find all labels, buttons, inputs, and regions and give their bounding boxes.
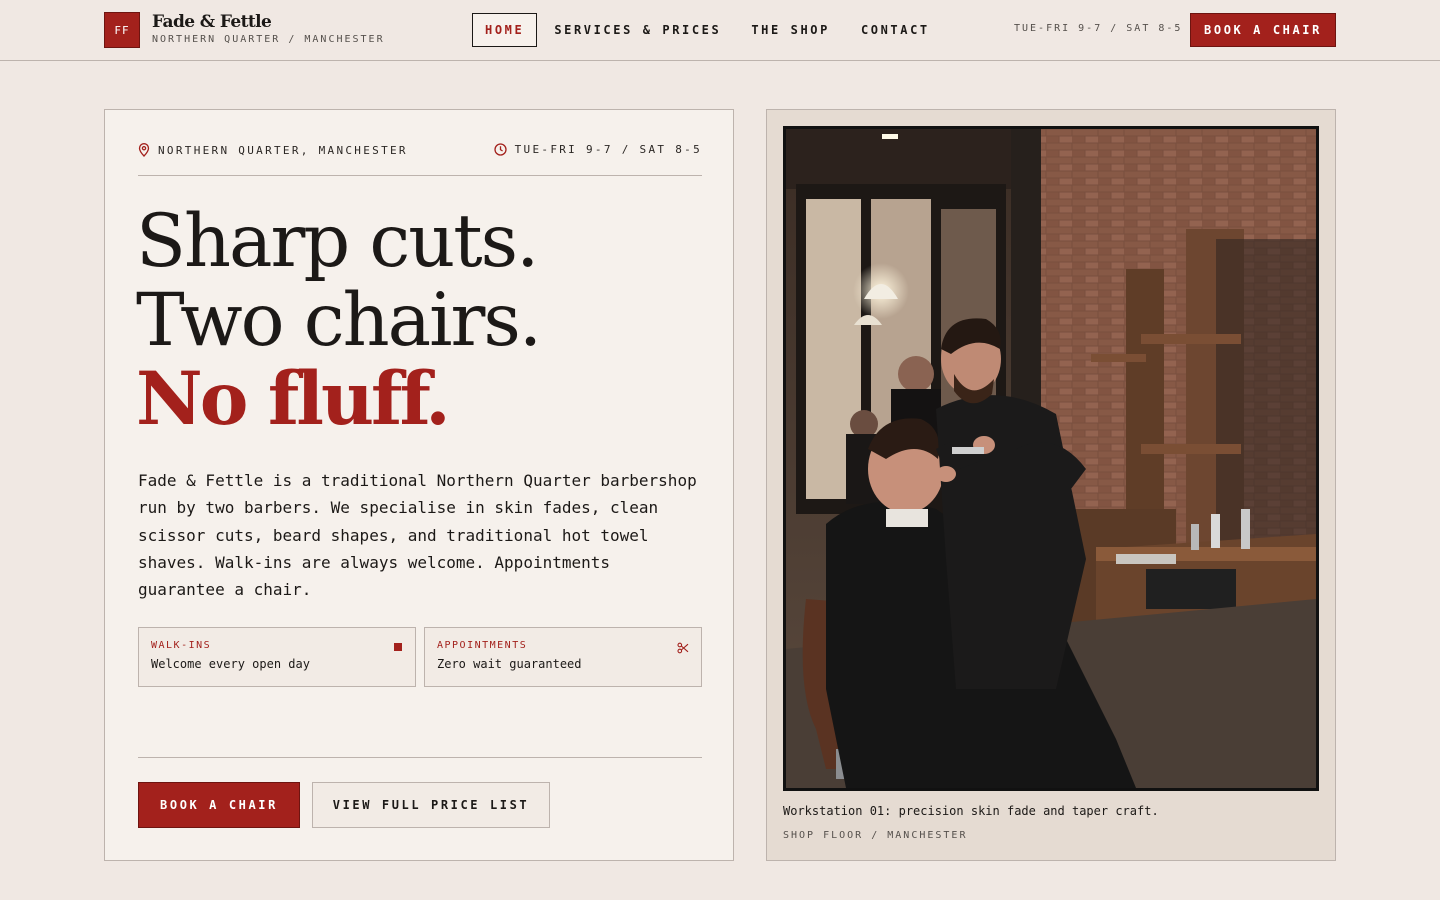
nav-book-chair-button[interactable]: BOOK A CHAIR — [1190, 13, 1336, 47]
book-chair-button[interactable]: BOOK A CHAIR — [138, 782, 300, 828]
top-nav: FF Fade & Fettle NORTHERN QUARTER / MANC… — [0, 0, 1440, 61]
view-price-list-button[interactable]: VIEW FULL PRICE LIST — [312, 782, 550, 828]
hours-meta: TUE-FRI 9-7 / SAT 8-5 — [493, 143, 702, 156]
photo-card: Workstation 01: precision skin fade and … — [766, 109, 1336, 861]
barbershop-photo — [783, 126, 1319, 791]
feature-title: WALK-INS — [151, 640, 212, 651]
hero-intro-text: Fade & Fettle is a traditional Northern … — [138, 471, 697, 600]
map-pin-icon — [138, 143, 150, 157]
feature-text: Welcome every open day — [151, 657, 310, 671]
nav-item-services-prices[interactable]: SERVICES & PRICES — [554, 13, 721, 47]
nav-links: HOME SERVICES & PRICES THE SHOP CONTACT — [472, 13, 930, 47]
feature-appointments: APPOINTMENTS Zero wait guaranteed — [424, 627, 702, 687]
feature-text: Zero wait guaranteed — [437, 657, 582, 671]
nav-item-contact[interactable]: CONTACT — [861, 13, 930, 47]
photo-caption: Workstation 01: precision skin fade and … — [783, 804, 1159, 818]
feature-title: APPOINTMENTS — [437, 640, 528, 651]
clock-icon — [493, 143, 507, 156]
location-text: NORTHERN QUARTER, MANCHESTER — [158, 143, 408, 157]
hero-meta-row: NORTHERN QUARTER, MANCHESTER TUE-FRI 9-7… — [138, 143, 702, 176]
scissors-icon — [677, 642, 689, 654]
nav-opening-hours: TUE-FRI 9-7 / SAT 8-5 — [1014, 23, 1183, 34]
brand-subtitle: NORTHERN QUARTER / MANCHESTER — [152, 34, 385, 45]
nav-item-the-shop[interactable]: THE SHOP — [751, 13, 830, 47]
location-meta: NORTHERN QUARTER, MANCHESTER — [138, 143, 408, 157]
hero-headline: Sharp cuts. Two chairs. No fluff. — [136, 199, 542, 442]
square-icon — [394, 643, 402, 651]
divider — [138, 757, 702, 758]
hours-text: TUE-FRI 9-7 / SAT 8-5 — [514, 143, 702, 156]
photo-subcaption: SHOP FLOOR / MANCHESTER — [783, 830, 968, 841]
barbershop-illustration — [786, 129, 1316, 788]
headline-line-2: Two chairs. — [136, 278, 542, 363]
logo-mark[interactable]: FF — [104, 12, 140, 48]
brand-name[interactable]: Fade & Fettle — [152, 12, 272, 32]
feature-walk-ins: WALK-INS Welcome every open day — [138, 627, 416, 687]
headline-line-3: No fluff. — [136, 356, 451, 442]
hero-card: NORTHERN QUARTER, MANCHESTER TUE-FRI 9-7… — [104, 109, 734, 861]
headline-line-1: Sharp cuts. — [136, 199, 539, 284]
nav-item-home[interactable]: HOME — [472, 13, 538, 47]
